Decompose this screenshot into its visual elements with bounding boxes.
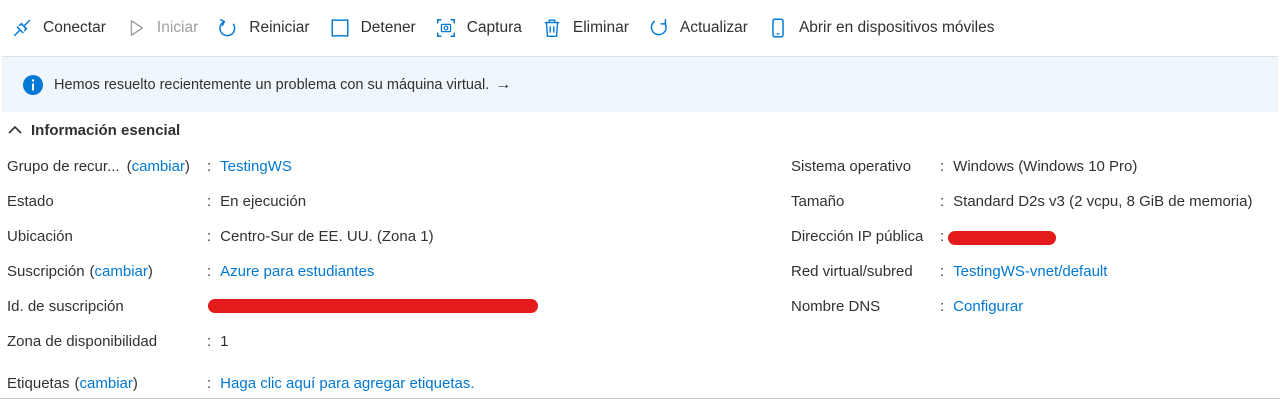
location-value: Centro-Sur de EE. UU. (Zona 1) <box>220 227 434 245</box>
status-row: Estado <box>7 190 54 212</box>
subscription-id-redaction <box>208 299 538 313</box>
public-ip-value-row: : <box>940 227 945 245</box>
vnet-value-row: : TestingWS-vnet/default <box>940 262 1108 280</box>
location-row: Ubicación <box>7 225 73 247</box>
os-label: Sistema operativo <box>791 157 912 175</box>
stop-button[interactable]: Detener <box>326 8 426 48</box>
essentials-toggle[interactable]: Información esencial <box>7 118 180 142</box>
os-value: Windows (Windows 10 Pro) <box>953 157 1138 175</box>
banner-message: Hemos resuelto recientemente un problema… <box>54 76 490 93</box>
dns-value-row: : Configurar <box>940 297 1024 315</box>
subscription-value-row: : Azure para estudiantes <box>207 262 375 280</box>
trash-icon <box>540 16 564 40</box>
capture-button[interactable]: Captura <box>432 8 532 48</box>
subscription-id-row: Id. de suscripción <box>7 295 124 317</box>
size-row: Tamaño <box>791 190 844 212</box>
delete-button[interactable]: Eliminar <box>538 8 639 48</box>
open-mobile-button[interactable]: Abrir en dispositivos móviles <box>764 8 1005 48</box>
refresh-icon <box>647 16 671 40</box>
tags-row: Etiquetas (cambiar) <box>7 374 138 392</box>
command-bar: Conectar Iniciar Reiniciar Detener Captu… <box>0 0 1280 56</box>
stop-icon <box>328 16 352 40</box>
refresh-button[interactable]: Actualizar <box>645 8 758 48</box>
location-label: Ubicación <box>7 227 73 245</box>
dns-label: Nombre DNS <box>791 297 881 315</box>
connect-icon <box>10 16 34 40</box>
vnet-link[interactable]: TestingWS-vnet/default <box>953 263 1107 280</box>
capture-label: Captura <box>466 19 522 36</box>
subscription-row: Suscripción (cambiar) <box>7 262 153 280</box>
status-value-row: : En ejecución <box>207 192 307 210</box>
vnet-label: Red virtual/subred <box>791 262 913 280</box>
resource-group-label: Grupo de recur... <box>7 157 120 175</box>
tags-label: Etiquetas <box>7 374 70 392</box>
availability-zone-value-row: : 1 <box>207 332 229 350</box>
status-value: En ejecución <box>220 192 307 210</box>
resource-group-value-row: : TestingWS <box>207 157 292 175</box>
chevron-up-icon <box>7 122 23 138</box>
resource-group-link[interactable]: TestingWS <box>220 158 292 175</box>
mobile-icon <box>766 16 790 40</box>
resource-group-change-link[interactable]: cambiar <box>132 158 185 175</box>
vnet-row: Red virtual/subred <box>791 260 913 282</box>
info-icon <box>22 74 44 96</box>
restart-label: Reiniciar <box>249 19 310 36</box>
configure-dns-link[interactable]: Configurar <box>953 298 1023 315</box>
restart-icon <box>216 16 240 40</box>
tags-value-row: : Haga clic aquí para agregar etiquetas. <box>207 374 475 392</box>
location-value-row: : Centro-Sur de EE. UU. (Zona 1) <box>207 227 434 245</box>
info-banner[interactable]: Hemos resuelto recientemente un problema… <box>2 56 1278 112</box>
os-row: Sistema operativo <box>791 155 911 177</box>
connect-label: Conectar <box>43 19 106 36</box>
size-label: Tamaño <box>791 192 845 210</box>
resource-group-row: Grupo de recur... (cambiar) <box>7 157 190 175</box>
status-label: Estado <box>7 192 54 210</box>
public-ip-row: Dirección IP pública <box>791 225 923 247</box>
play-icon <box>124 16 148 40</box>
size-value-row: : Standard D2s v3 (2 vcpu, 8 GiB de memo… <box>940 192 1253 210</box>
open-mobile-label: Abrir en dispositivos móviles <box>798 19 995 36</box>
add-tags-link[interactable]: Haga clic aquí para agregar etiquetas. <box>220 375 474 392</box>
restart-button[interactable]: Reiniciar <box>214 8 319 48</box>
refresh-label: Actualizar <box>679 19 748 36</box>
subscription-label: Suscripción <box>7 262 85 280</box>
divider <box>0 398 1280 399</box>
subscription-id-label: Id. de suscripción <box>7 297 124 315</box>
availability-zone-row: Zona de disponibilidad <box>7 330 157 352</box>
arrow-right-icon[interactable]: → <box>495 76 511 94</box>
stop-label: Detener <box>360 19 416 36</box>
dns-row: Nombre DNS <box>791 295 880 317</box>
public-ip-redaction <box>948 231 1056 245</box>
delete-label: Eliminar <box>572 19 629 36</box>
size-value: Standard D2s v3 (2 vcpu, 8 GiB de memori… <box>953 192 1253 210</box>
subscription-change-link[interactable]: cambiar <box>95 263 148 280</box>
availability-zone-label: Zona de disponibilidad <box>7 332 158 350</box>
essentials-title: Información esencial <box>31 121 181 139</box>
subscription-link[interactable]: Azure para estudiantes <box>220 263 374 280</box>
capture-icon <box>434 16 458 40</box>
start-label: Iniciar <box>156 19 199 36</box>
os-value-row: : Windows (Windows 10 Pro) <box>940 157 1138 175</box>
connect-button[interactable]: Conectar <box>8 8 116 48</box>
start-button[interactable]: Iniciar <box>122 8 208 48</box>
tags-change-link[interactable]: cambiar <box>80 375 133 392</box>
availability-zone-value: 1 <box>220 332 229 350</box>
public-ip-label: Dirección IP pública <box>791 227 924 245</box>
